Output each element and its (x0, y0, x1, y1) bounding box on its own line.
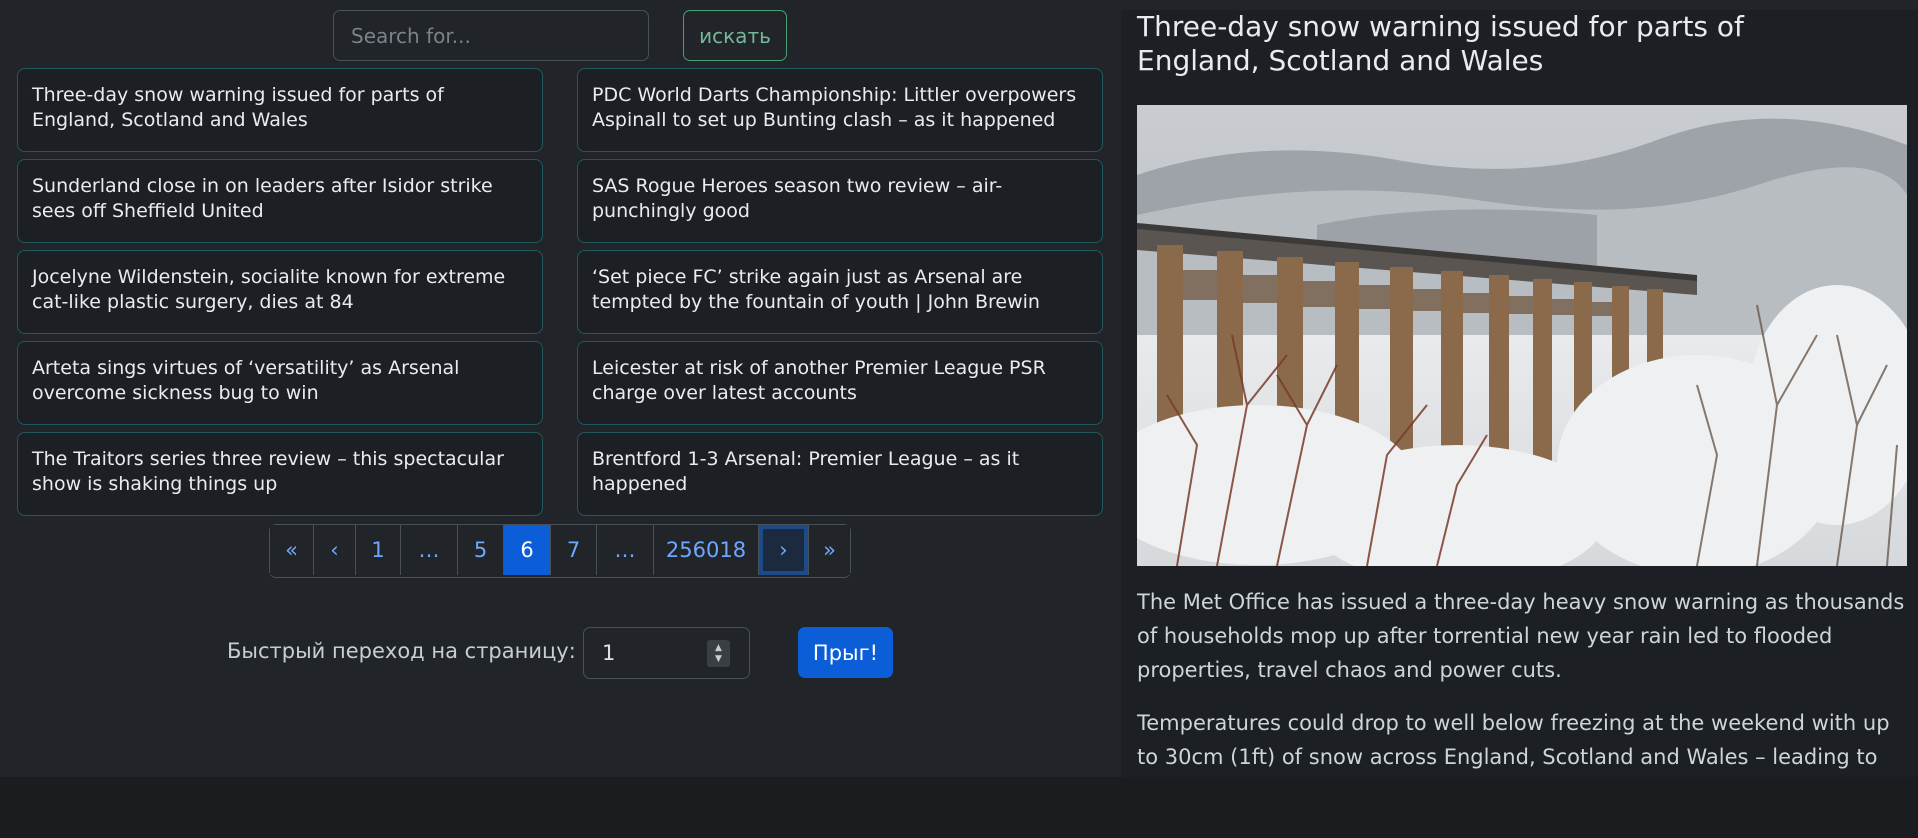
news-item[interactable]: Three-day snow warning issued for parts … (17, 68, 543, 152)
news-item[interactable]: SAS Rogue Heroes season two review – air… (577, 159, 1103, 243)
chevron-up-icon[interactable]: ▲ (715, 643, 722, 654)
news-item[interactable]: The Traitors series three review – this … (17, 432, 543, 516)
search-button[interactable]: искать (683, 10, 787, 61)
news-item[interactable]: Brentford 1-3 Arsenal: Premier League – … (577, 432, 1103, 516)
page-last-button[interactable]: » (809, 525, 850, 575)
search-input[interactable] (333, 10, 649, 61)
news-list: Three-day snow warning issued for parts … (17, 68, 1103, 516)
page-next-button[interactable]: › (759, 525, 809, 575)
article-title: Three-day snow warning issued for parts … (1137, 10, 1744, 77)
article-paragraph: Temperatures could drop to well below fr… (1137, 711, 1890, 769)
article-paragraph: The Met Office has issued a three-day he… (1137, 590, 1905, 682)
number-spinner[interactable]: ▲ ▼ (707, 640, 730, 667)
pagination: « ‹ 1 … 5 6 7 … 256018 › » (269, 524, 851, 578)
page-prev-button[interactable]: ‹ (314, 525, 356, 575)
news-item[interactable]: Arteta sings virtues of ‘versatility’ as… (17, 341, 543, 425)
jump-label: Быстрый переход на страницу: (227, 639, 576, 663)
page-6-button-current[interactable]: 6 (504, 525, 551, 575)
news-item[interactable]: PDC World Darts Championship: Littler ov… (577, 68, 1103, 152)
page-ellipsis-left: … (401, 525, 458, 575)
chevron-down-icon[interactable]: ▼ (715, 654, 722, 665)
bottom-strip (0, 777, 1918, 838)
page-7-button[interactable]: 7 (551, 525, 597, 575)
app-window: искать Three-day snow warning issued for… (0, 0, 1918, 777)
article-panel: Three-day snow warning issued for parts … (1121, 10, 1918, 777)
news-item[interactable]: Sunderland close in on leaders after Isi… (17, 159, 543, 243)
page-last-number-button[interactable]: 256018 (654, 525, 759, 575)
page-ellipsis-right: … (597, 525, 654, 575)
page-5-button[interactable]: 5 (458, 525, 504, 575)
news-item[interactable]: Jocelyne Wildenstein, socialite known fo… (17, 250, 543, 334)
news-item[interactable]: Leicester at risk of another Premier Lea… (577, 341, 1103, 425)
page-1-button[interactable]: 1 (356, 525, 401, 575)
article-image (1137, 105, 1907, 566)
jump-button[interactable]: Прыг! (798, 627, 893, 678)
news-item[interactable]: ‘Set piece FC’ strike again just as Arse… (577, 250, 1103, 334)
page-first-button[interactable]: « (270, 525, 314, 575)
